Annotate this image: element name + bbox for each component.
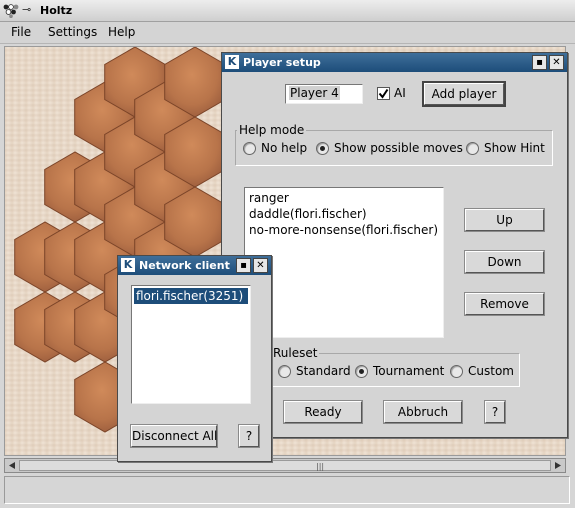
help-question-button[interactable]: ? xyxy=(485,401,505,423)
player-list-item[interactable]: no-more-nonsense(flori.fischer) xyxy=(249,223,438,237)
window-title: Holtz xyxy=(40,4,73,17)
menu-help[interactable]: Help xyxy=(108,25,135,39)
player-list-item[interactable]: ranger xyxy=(249,191,289,205)
player-setup-dialog: K Player setup ▪ ✕ Player 4 AI Add playe… xyxy=(221,52,568,438)
app-logo-icon xyxy=(3,4,19,18)
down-button[interactable]: Down xyxy=(465,251,544,273)
remove-button[interactable]: Remove xyxy=(465,293,544,315)
network-setup-title-bar[interactable]: K Network client setup ▪ ✕ xyxy=(118,256,271,275)
radio-show-hint[interactable] xyxy=(466,142,479,155)
show-possible-moves-label: Show possible moves xyxy=(334,141,463,155)
network-client-setup-dialog: K Network client setup ▪ ✕ flori.fischer… xyxy=(117,255,272,462)
network-help-question-button[interactable]: ? xyxy=(239,425,259,447)
player-name-input[interactable]: Player 4 xyxy=(285,84,363,104)
disconnect-all-button[interactable]: Disconnect All xyxy=(131,425,217,447)
kde-k-icon: K xyxy=(121,258,135,272)
standard-label: Standard xyxy=(296,364,351,378)
ai-label: AI xyxy=(394,86,406,100)
tournament-label: Tournament xyxy=(373,364,445,378)
status-bar xyxy=(4,476,570,504)
add-player-button[interactable]: Add player xyxy=(424,83,504,105)
window-menu-arrow-icon[interactable]: ⊸ xyxy=(22,3,31,16)
menu-bar: File Settings Help xyxy=(0,22,575,44)
menu-settings[interactable]: Settings xyxy=(48,25,97,39)
checkmark-icon xyxy=(378,88,389,99)
player-name-value: Player 4 xyxy=(289,86,340,100)
show-hint-label: Show Hint xyxy=(484,141,545,155)
ruleset-label: Ruleset xyxy=(271,346,320,360)
scroll-grip-icon: ||| xyxy=(316,462,325,471)
custom-label: Custom xyxy=(468,364,514,378)
up-button[interactable]: Up xyxy=(465,209,544,231)
menu-file[interactable]: File xyxy=(11,25,31,39)
maximize-icon[interactable]: ▪ xyxy=(236,258,251,273)
client-list[interactable]: flori.fischer(3251) xyxy=(131,285,251,404)
player-setup-title-bar[interactable]: K Player setup ▪ ✕ xyxy=(222,53,567,72)
ready-button[interactable]: Ready xyxy=(284,401,362,423)
radio-show-possible-moves[interactable] xyxy=(316,142,329,155)
maximize-icon[interactable]: ▪ xyxy=(532,55,547,70)
radio-custom[interactable] xyxy=(450,365,463,378)
ai-checkbox[interactable] xyxy=(377,87,390,100)
radio-tournament[interactable] xyxy=(355,365,368,378)
scroll-thumb[interactable]: ||| xyxy=(19,460,551,471)
client-list-item-selected[interactable]: flori.fischer(3251) xyxy=(134,288,248,304)
close-icon[interactable]: ✕ xyxy=(253,258,268,273)
scroll-left-icon[interactable] xyxy=(7,461,17,470)
radio-no-help[interactable] xyxy=(243,142,256,155)
network-setup-title: Network client setup xyxy=(139,259,233,272)
no-help-label: No help xyxy=(261,141,308,155)
horizontal-scrollbar[interactable]: ||| xyxy=(4,458,566,473)
scroll-right-icon[interactable] xyxy=(553,461,563,470)
kde-k-icon: K xyxy=(225,55,239,69)
close-icon[interactable]: ✕ xyxy=(549,55,564,70)
radio-standard[interactable] xyxy=(278,365,291,378)
player-list[interactable]: ranger daddle(flori.fischer) no-more-non… xyxy=(244,187,444,338)
help-mode-label: Help mode xyxy=(237,123,307,137)
abbruch-button[interactable]: Abbruch xyxy=(384,401,462,423)
window-title-bar: ⊸ Holtz xyxy=(0,0,575,22)
player-list-item[interactable]: daddle(flori.fischer) xyxy=(249,207,367,221)
player-setup-title: Player setup xyxy=(243,56,321,69)
